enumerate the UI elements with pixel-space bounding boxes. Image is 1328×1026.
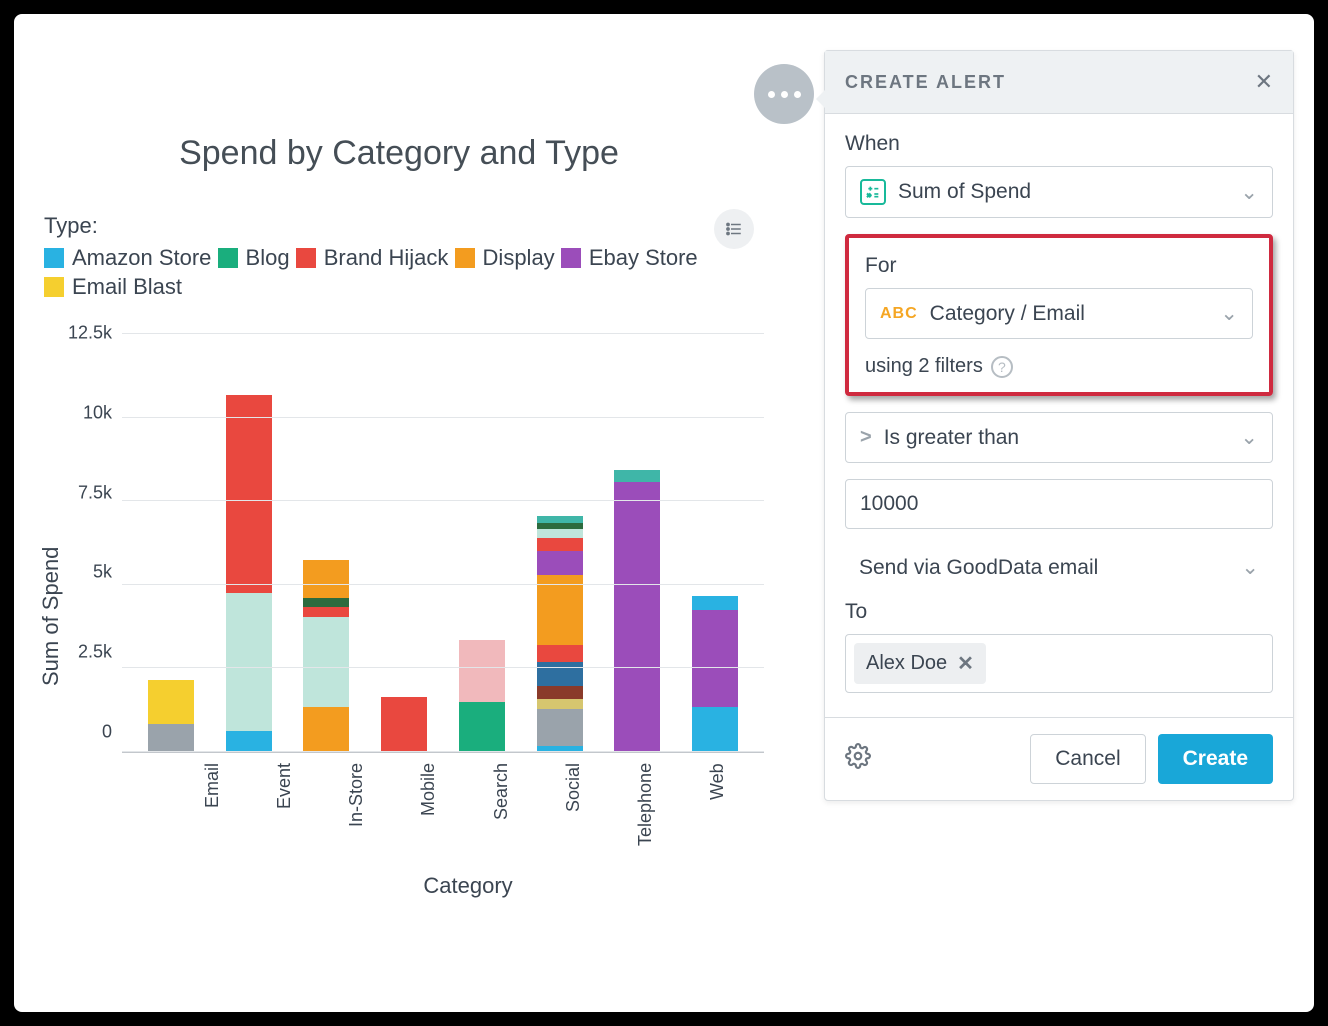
when-label: When [845, 132, 1273, 156]
bar-social[interactable] [537, 516, 583, 751]
create-alert-panel: CREATE ALERT ✕ When × Sum of Spend ⌄ For… [824, 50, 1294, 801]
abc-icon: ABC [880, 305, 918, 323]
chart-legend: Type: Amazon Store Blog Brand Hijack Dis… [34, 213, 764, 303]
chevron-down-icon: ⌄ [1240, 180, 1258, 205]
greater-than-icon: > [860, 426, 872, 449]
when-value: Sum of Spend [898, 180, 1031, 204]
x-axis-label: Category [122, 873, 764, 899]
condition-value: Is greater than [884, 426, 1019, 450]
legend-item[interactable]: Display [455, 245, 555, 271]
chevron-down-icon: ⌄ [1240, 425, 1258, 450]
legend-item[interactable]: Amazon Store [44, 245, 211, 271]
to-label: To [845, 600, 1273, 624]
chart-plot-area [122, 333, 764, 753]
panel-title: CREATE ALERT [845, 72, 1006, 93]
cancel-button[interactable]: Cancel [1030, 734, 1145, 784]
bar-email[interactable] [148, 680, 194, 751]
for-value: Category / Email [930, 302, 1085, 326]
threshold-input[interactable] [845, 479, 1273, 529]
legend-item[interactable]: Blog [218, 245, 290, 271]
x-axis-ticks: EmailEventIn-StoreMobileSearchSocialTele… [122, 753, 764, 863]
app-window: Spend by Category and Type Type: Amazon … [14, 14, 1314, 1012]
condition-select[interactable]: > Is greater than ⌄ [845, 412, 1273, 463]
for-label: For [865, 254, 1253, 278]
legend-item[interactable]: Brand Hijack [296, 245, 449, 271]
bar-web[interactable] [692, 596, 738, 751]
bar-in-store[interactable] [303, 560, 349, 751]
help-icon[interactable]: ? [991, 356, 1013, 378]
bar-event[interactable] [226, 395, 272, 751]
close-icon[interactable]: ✕ [1255, 69, 1273, 95]
recipient-chip: Alex Doe ✕ [854, 643, 986, 684]
chart-panel: Spend by Category and Type Type: Amazon … [14, 14, 804, 1012]
bar-telephone[interactable] [614, 470, 660, 751]
legend-toggle-button[interactable] [714, 209, 754, 249]
chevron-down-icon: ⌄ [1220, 301, 1238, 326]
for-section-highlight: For ABC Category / Email ⌄ using 2 filte… [845, 234, 1273, 396]
legend-item[interactable]: Ebay Store [561, 245, 698, 271]
y-axis-ticks: 12.5k10k7.5k5k2.5k0 [68, 333, 122, 753]
y-axis-label: Sum of Spend [34, 333, 68, 899]
create-button[interactable]: Create [1158, 734, 1273, 784]
send-method-select[interactable]: Send via GoodData email ⌄ [845, 549, 1273, 586]
when-select[interactable]: × Sum of Spend ⌄ [845, 166, 1273, 218]
recipient-name: Alex Doe [866, 652, 947, 675]
legend-label: Type: [44, 213, 98, 239]
for-select[interactable]: ABC Category / Email ⌄ [865, 288, 1253, 339]
chart-title: Spend by Category and Type [34, 134, 764, 173]
gear-icon[interactable] [845, 743, 871, 776]
chevron-down-icon: ⌄ [1241, 555, 1259, 580]
bar-mobile[interactable] [381, 697, 427, 751]
metric-icon: × [860, 179, 886, 205]
bar-search[interactable] [459, 640, 505, 751]
filters-text: using 2 filters [865, 355, 983, 378]
svg-text:×: × [867, 193, 871, 199]
remove-recipient-icon[interactable]: ✕ [957, 651, 974, 676]
send-via-value: Send via GoodData email [859, 556, 1098, 580]
recipients-input[interactable]: Alex Doe ✕ [845, 634, 1273, 693]
legend-item[interactable]: Email Blast [44, 274, 182, 300]
more-actions-button[interactable] [754, 64, 814, 124]
